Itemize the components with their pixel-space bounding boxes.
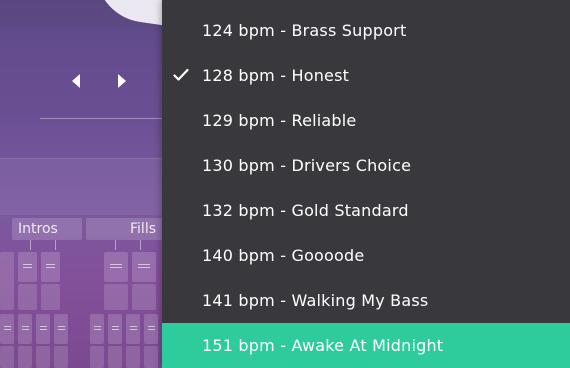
pattern-pad[interactable] [18,346,32,368]
tab-fills[interactable]: Fills [86,218,162,240]
pattern-pad[interactable] [126,346,140,368]
menu-item-132-bpm[interactable]: 132 bpm - Gold Standard [162,188,570,233]
previous-arrow-icon[interactable] [72,74,80,88]
pattern-pad[interactable] [0,346,14,368]
next-arrow-icon[interactable] [118,74,126,88]
background-panel: Intros Fills [0,0,162,368]
artwork-shape [88,0,162,29]
pattern-pad[interactable] [144,314,158,344]
pattern-pad[interactable] [132,252,156,282]
pattern-pad[interactable] [104,252,128,282]
pattern-pad[interactable] [18,284,37,310]
pattern-pad[interactable] [144,346,158,368]
tab-connector [140,240,141,250]
header-artwork [0,0,162,30]
tab-connector [115,240,116,250]
menu-item-label: 130 bpm - Drivers Choice [202,156,412,175]
menu-item-130-bpm[interactable]: 130 bpm - Drivers Choice [162,143,570,188]
menu-item-label: 141 bpm - Walking My Bass [202,291,429,310]
menu-item-129-bpm[interactable]: 129 bpm - Reliable [162,98,570,143]
tab-intros[interactable]: Intros [12,218,82,240]
menu-item-128-bpm[interactable]: 128 bpm - Honest [162,53,570,98]
menu-item-141-bpm[interactable]: 141 bpm - Walking My Bass [162,278,570,323]
tab-intros-label: Intros [18,221,58,237]
pattern-pad[interactable] [54,314,68,344]
pattern-pad[interactable] [0,314,14,344]
menu-item-label: 129 bpm - Reliable [202,111,357,130]
pattern-pad[interactable] [126,314,140,344]
menu-item-124-bpm[interactable]: 124 bpm - Brass Support [162,8,570,53]
pattern-pad[interactable] [108,346,122,368]
menu-item-151-bpm[interactable]: 151 bpm - Awake At Midnight [162,323,570,368]
app-window: Intros Fills 124 bpm - Brass Support 128… [0,0,570,368]
pattern-pad[interactable] [132,284,156,310]
pattern-pad[interactable] [36,314,50,344]
pattern-pad[interactable] [18,314,32,344]
menu-item-label: 132 bpm - Gold Standard [202,201,409,220]
pattern-pad[interactable] [104,284,128,310]
pattern-pad[interactable] [41,252,60,282]
pattern-pad[interactable] [18,252,37,282]
menu-item-label: 140 bpm - Goooode [202,246,365,265]
pattern-pad[interactable] [36,346,50,368]
menu-item-label: 124 bpm - Brass Support [202,21,407,40]
pattern-pad[interactable] [41,284,60,310]
pattern-pad[interactable] [54,346,68,368]
pattern-pad[interactable] [90,314,104,344]
tempo-dropdown-menu: 124 bpm - Brass Support 128 bpm - Honest… [162,0,570,368]
section-band [0,158,162,215]
pattern-pad[interactable] [90,346,104,368]
menu-item-140-bpm[interactable]: 140 bpm - Goooode [162,233,570,278]
checkmark-icon [173,53,191,98]
pattern-pad[interactable] [0,252,14,310]
divider [40,118,162,119]
tab-connector [30,240,31,250]
tab-fills-label: Fills [130,221,156,237]
menu-item-label: 128 bpm - Honest [202,66,350,85]
menu-item-label: 151 bpm - Awake At Midnight [202,336,444,355]
pattern-pad[interactable] [108,314,122,344]
tab-connector [55,240,56,250]
